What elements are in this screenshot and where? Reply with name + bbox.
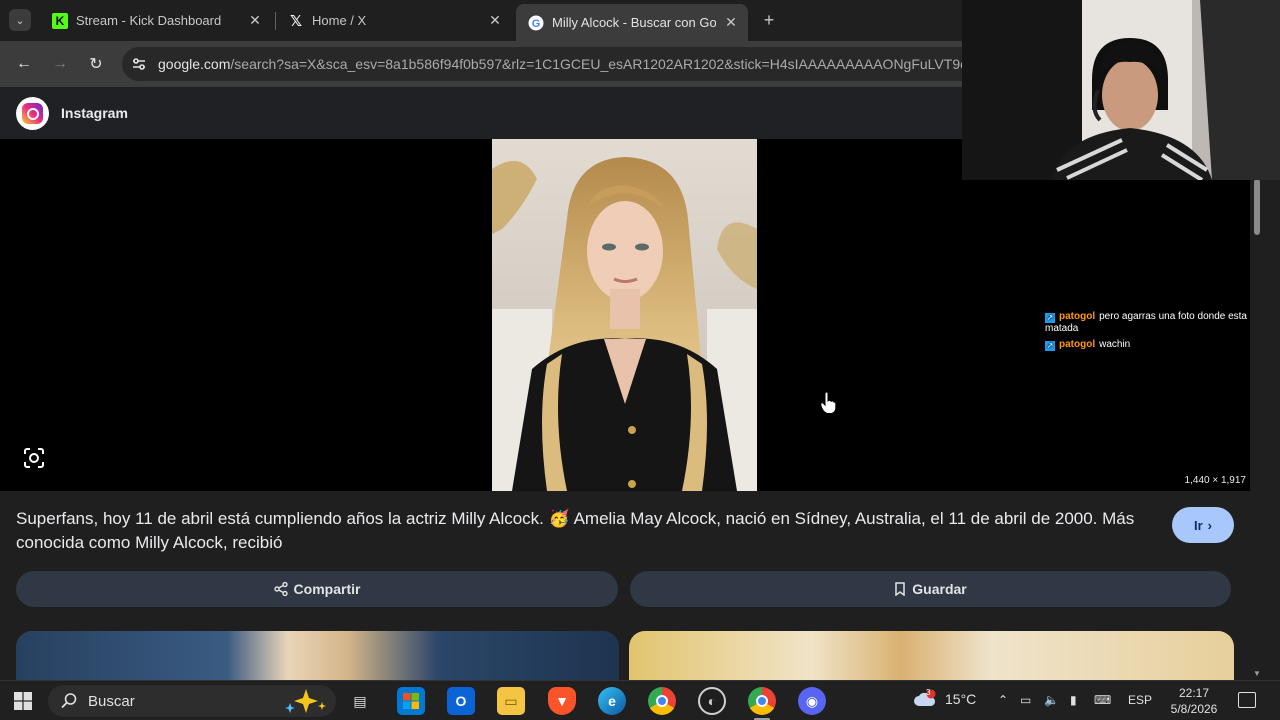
scrollbar-thumb[interactable]	[1254, 179, 1260, 235]
chevron-down-icon: ⌄	[15, 14, 25, 27]
discord-icon[interactable]: ◉	[798, 687, 826, 715]
screen: ⌄ K Stream - Kick Dashboard ✕ 𝕏 Home / X…	[0, 0, 1280, 720]
close-icon[interactable]: ✕	[722, 14, 740, 32]
url-host: google.com	[158, 56, 231, 72]
visit-label: Ir	[1193, 517, 1203, 533]
site-settings-icon[interactable]	[130, 55, 148, 73]
close-icon[interactable]: ✕	[486, 12, 504, 30]
chrome-profile-icon[interactable]	[748, 687, 776, 715]
tab-title: Stream - Kick Dashboard	[76, 13, 222, 28]
visit-button[interactable]: Ir ›	[1172, 507, 1234, 543]
portrait-image	[492, 139, 757, 491]
chat-badge-icon: ↗	[1045, 341, 1055, 351]
clock[interactable]: 22:17 5/8/2026	[1160, 685, 1228, 717]
chevron-up-icon[interactable]: ⌃	[998, 693, 1008, 707]
language-indicator[interactable]: ESP	[1128, 693, 1152, 707]
volume-icon[interactable]: 🔈	[1044, 693, 1059, 707]
taskbar-search[interactable]: Buscar	[48, 685, 336, 717]
new-tab-button[interactable]: +	[758, 9, 780, 31]
hand-cursor-icon	[820, 392, 836, 414]
arrow-left-icon: ←	[16, 55, 32, 72]
microphone-icon[interactable]: ▮	[1070, 693, 1077, 707]
microsoft-store-icon[interactable]	[397, 687, 425, 715]
tab-title: Milly Alcock - Buscar con Google	[552, 15, 716, 30]
webcam-overlay	[962, 0, 1280, 180]
clock-date: 5/8/2026	[1170, 702, 1218, 716]
weather-widget[interactable]: 3 15°C	[912, 688, 977, 709]
chat-username: patogol	[1059, 339, 1096, 350]
obs-studio-icon[interactable]: ◐	[698, 687, 726, 715]
chat-badge-icon: ↗	[1045, 313, 1055, 323]
x-favicon-icon: 𝕏	[289, 12, 303, 30]
share-label: Compartir	[293, 581, 361, 597]
reload-icon: ↻	[89, 56, 103, 73]
share-button[interactable]: Compartir	[16, 571, 618, 607]
clock-time: 22:17	[1178, 686, 1210, 700]
close-icon[interactable]: ✕	[246, 12, 264, 30]
temperature: 15°C	[945, 691, 977, 707]
edge-browser-icon[interactable]: e	[598, 687, 626, 715]
reload-button[interactable]: ↻	[84, 52, 108, 76]
weather-badge: 3	[926, 688, 931, 697]
tab-x-home[interactable]: 𝕏 Home / X ✕	[276, 6, 512, 35]
svg-text:G: G	[532, 18, 541, 30]
image-caption: Superfans, hoy 11 de abril está cumplien…	[16, 509, 1135, 552]
tab-google-search[interactable]: G Milly Alcock - Buscar con Google ✕	[516, 4, 748, 41]
chat-text: wachin	[1099, 339, 1131, 350]
outlook-icon[interactable]: O	[447, 687, 475, 715]
source-name: Instagram	[61, 105, 128, 121]
google-favicon-icon: G	[528, 15, 544, 31]
forward-button[interactable]: →	[48, 52, 72, 76]
chevron-right-icon: ›	[1207, 517, 1212, 533]
tab-title: Home / X	[312, 13, 367, 28]
preview-photo[interactable]	[492, 139, 757, 491]
tab-search-button[interactable]: ⌄	[9, 9, 31, 31]
windows-start-icon[interactable]	[14, 692, 32, 710]
image-dimensions: 1,440 × 1,917	[1184, 475, 1246, 486]
search-label: Buscar	[88, 692, 135, 710]
network-icon[interactable]: ▭	[1020, 693, 1031, 707]
save-button[interactable]: Guardar	[630, 571, 1231, 607]
chat-message: ↗ patogol wachin	[1045, 339, 1265, 351]
google-lens-icon[interactable]	[22, 446, 46, 470]
plus-icon: +	[763, 9, 775, 30]
brave-browser-icon[interactable]: ▼	[548, 687, 576, 715]
related-image-thumbnail[interactable]	[16, 631, 619, 680]
instagram-icon	[16, 97, 49, 130]
share-icon	[273, 582, 288, 596]
address-bar[interactable]: google.com/search?sa=X&sca_esv=8a1b586f9…	[122, 47, 1002, 81]
file-explorer-icon[interactable]: ▭	[497, 687, 525, 715]
scroll-down-icon[interactable]: ▼	[1253, 669, 1261, 678]
chat-username: patogol	[1059, 311, 1096, 322]
chat-overlay: ↗ patogol pero agarras una foto donde esta…	[1045, 311, 1265, 355]
streamer-webcam-image	[962, 0, 1280, 180]
related-image-thumbnail[interactable]	[629, 631, 1234, 680]
bookmark-icon	[895, 582, 906, 596]
task-view-icon[interactable]: ▤	[346, 687, 374, 715]
cloud-icon	[914, 689, 936, 706]
windows-taskbar: Buscar ▤ O ▭ ▼ e ◐ ◉ 3 15°C ⌃ ▭ 🔈 ▮ ⌨ ES…	[0, 680, 1280, 720]
save-label: Guardar	[912, 581, 967, 597]
arrow-right-icon: →	[52, 55, 68, 72]
chrome-icon[interactable]	[648, 687, 676, 715]
kick-favicon-icon: K	[52, 12, 68, 29]
back-button[interactable]: ←	[12, 52, 36, 76]
notifications-icon[interactable]	[1238, 692, 1256, 708]
search-icon	[61, 693, 77, 709]
url-text: google.com/search?sa=X&sca_esv=8a1b586f9…	[158, 56, 1002, 72]
copilot-sparkle-icon	[285, 689, 326, 713]
tab-kick-dashboard[interactable]: K Stream - Kick Dashboard ✕	[40, 6, 272, 35]
keyboard-icon[interactable]: ⌨	[1094, 693, 1111, 707]
url-path: /search?sa=X&sca_esv=8a1b586f94f0b597&rl…	[230, 56, 1002, 72]
chat-message: ↗ patogol pero agarras una foto donde esta…	[1045, 311, 1265, 335]
